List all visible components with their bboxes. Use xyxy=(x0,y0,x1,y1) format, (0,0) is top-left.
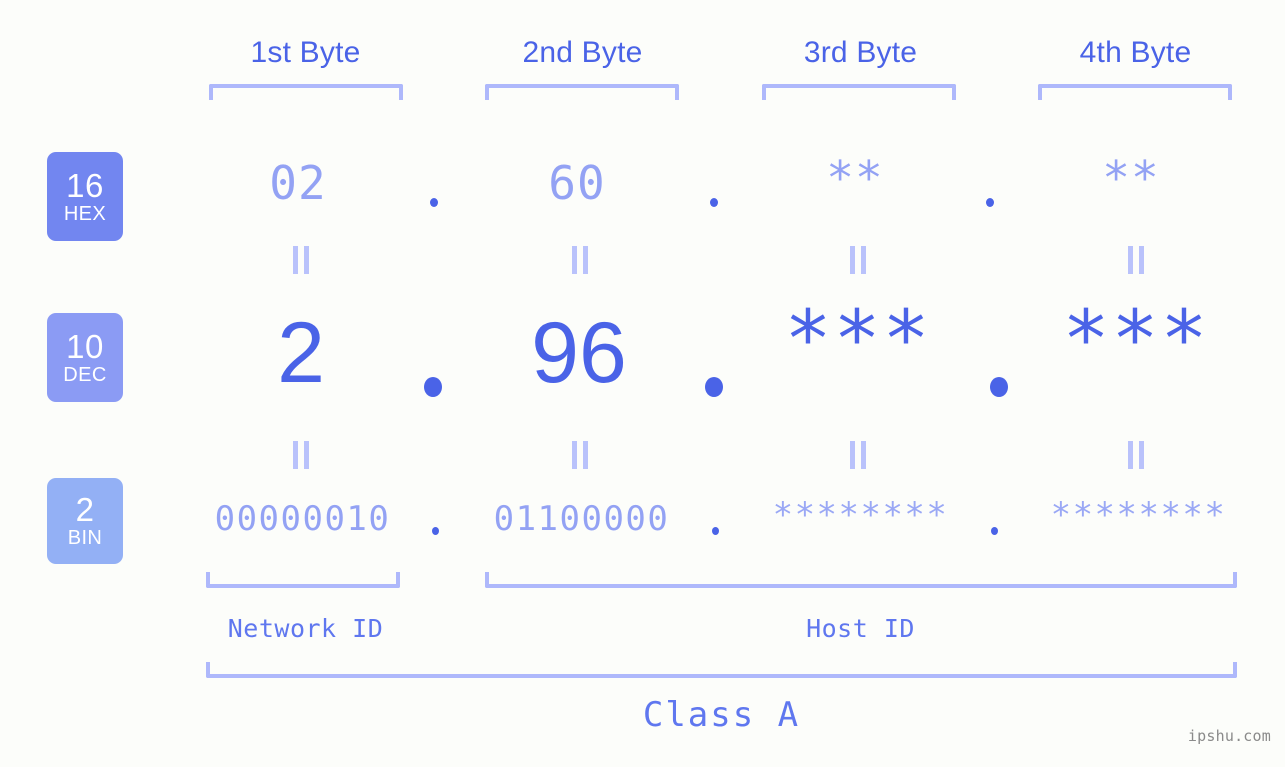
equality-mark-dec-bin-1 xyxy=(291,441,311,469)
hex-byte-4-value: ** xyxy=(1102,151,1160,205)
hex-byte-2-value: 60 xyxy=(548,156,606,210)
site-watermark: ipshu.com xyxy=(1187,727,1271,745)
base-badge-hex[interactable]: 16 HEX xyxy=(47,152,123,241)
bin-byte-3-value: ******** xyxy=(772,495,949,535)
class-bracket xyxy=(206,662,1237,678)
equality-mark-dec-bin-4 xyxy=(1126,441,1146,469)
base-badge-hex-number: 16 xyxy=(66,166,104,204)
equality-mark-hex-dec-1 xyxy=(291,246,311,274)
host-id-bracket xyxy=(485,572,1237,588)
bin-separator-dot-3 xyxy=(991,527,998,535)
bin-byte-4-value: ******** xyxy=(1050,495,1227,535)
dec-byte-3-value: *** xyxy=(784,295,932,385)
host-id-label: Host ID xyxy=(806,614,915,643)
hex-byte-3-value: ** xyxy=(826,151,884,205)
equality-mark-hex-dec-3 xyxy=(848,246,868,274)
bin-byte-2-value: 01100000 xyxy=(493,499,670,539)
dec-byte-1-value: 2 xyxy=(277,305,325,401)
base-badge-bin[interactable]: 2 BIN xyxy=(47,478,123,564)
byte-header-1: 1st Byte xyxy=(250,36,361,69)
equality-mark-hex-dec-4 xyxy=(1126,246,1146,274)
hex-separator-dot-1 xyxy=(430,198,438,207)
class-label: Class A xyxy=(642,695,801,735)
byte-bracket-4 xyxy=(1038,84,1232,100)
byte-bracket-1 xyxy=(209,84,403,100)
base-badge-dec-name: DEC xyxy=(63,363,107,386)
network-id-label: Network ID xyxy=(227,614,384,643)
byte-bracket-3 xyxy=(762,84,956,100)
equality-mark-hex-dec-2 xyxy=(570,246,590,274)
base-badge-bin-number: 2 xyxy=(75,491,95,528)
byte-header-3: 3rd Byte xyxy=(803,36,918,69)
ip-byte-breakdown-diagram: 1st Byte 2nd Byte 3rd Byte 4th Byte 16 H… xyxy=(0,0,1285,767)
hex-separator-dot-3 xyxy=(986,198,994,207)
bin-separator-dot-2 xyxy=(712,527,719,535)
base-badge-bin-name: BIN xyxy=(67,527,103,549)
dec-separator-dot-2 xyxy=(705,377,723,397)
hex-separator-dot-2 xyxy=(710,198,718,207)
base-badge-dec[interactable]: 10 DEC xyxy=(47,313,123,402)
dec-separator-dot-1 xyxy=(424,377,442,397)
byte-header-2: 2nd Byte xyxy=(522,36,643,69)
bin-byte-1-value: 00000010 xyxy=(214,499,391,539)
dec-separator-dot-3 xyxy=(990,377,1008,397)
base-badge-hex-name: HEX xyxy=(63,202,107,225)
network-id-bracket xyxy=(206,572,400,588)
hex-byte-1-value: 02 xyxy=(269,156,327,210)
base-badge-dec-number: 10 xyxy=(66,327,104,365)
byte-header-4: 4th Byte xyxy=(1079,36,1192,69)
dec-byte-2-value: 96 xyxy=(531,305,627,401)
bin-separator-dot-1 xyxy=(432,527,439,535)
dec-byte-4-value: *** xyxy=(1062,295,1210,385)
byte-bracket-2 xyxy=(485,84,679,100)
equality-mark-dec-bin-3 xyxy=(848,441,868,469)
equality-mark-dec-bin-2 xyxy=(570,441,590,469)
